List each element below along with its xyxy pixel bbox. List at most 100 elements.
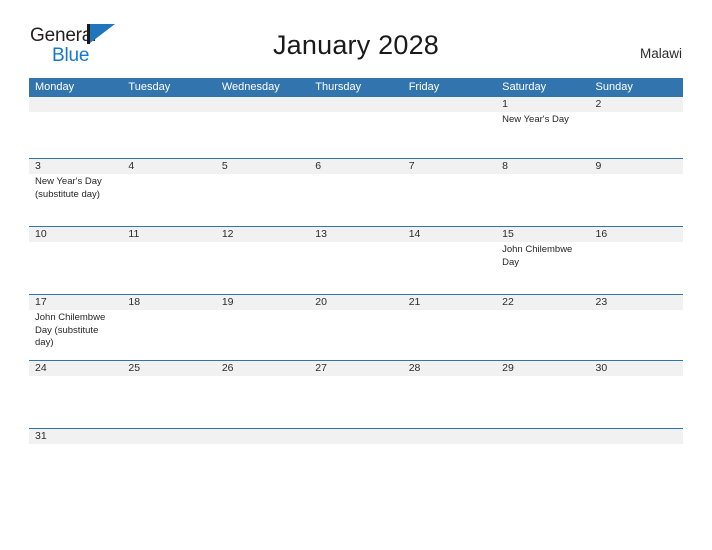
day-event bbox=[309, 376, 402, 428]
day-number[interactable]: 5 bbox=[216, 159, 309, 174]
weekday-header-friday: Friday bbox=[408, 81, 440, 93]
day-number[interactable] bbox=[309, 429, 402, 444]
day-number[interactable]: 29 bbox=[496, 361, 589, 376]
week-number-band: 24 25 26 27 28 29 30 bbox=[29, 361, 683, 376]
day-event: John Chilembwe Day bbox=[502, 244, 573, 268]
day-event: New Year's Day (substitute day) bbox=[35, 176, 102, 200]
weekday-header-tuesday: Tuesday bbox=[128, 81, 171, 93]
day-number[interactable]: 19 bbox=[216, 295, 309, 310]
day-number[interactable]: 14 bbox=[403, 227, 496, 242]
day-event bbox=[403, 242, 496, 294]
day-number[interactable]: 3 bbox=[29, 159, 122, 174]
day-event bbox=[496, 174, 589, 226]
day-event bbox=[309, 310, 402, 360]
calendar-week-row: 3 4 5 6 7 8 9 New Year's Day (substitute… bbox=[29, 158, 683, 226]
day-event bbox=[590, 112, 683, 158]
page-header: General Blue January 2028 Malawi bbox=[0, 0, 712, 70]
week-number-band: 1 2 bbox=[29, 97, 683, 112]
day-number[interactable]: 30 bbox=[590, 361, 683, 376]
day-number[interactable] bbox=[122, 97, 215, 112]
day-number[interactable]: 25 bbox=[122, 361, 215, 376]
day-event bbox=[29, 376, 122, 428]
day-number[interactable]: 18 bbox=[122, 295, 215, 310]
day-number[interactable]: 12 bbox=[216, 227, 309, 242]
day-event bbox=[403, 444, 496, 486]
day-event bbox=[122, 112, 215, 158]
day-event bbox=[496, 376, 589, 428]
day-number[interactable]: 8 bbox=[496, 159, 589, 174]
day-number[interactable] bbox=[590, 429, 683, 444]
day-number[interactable] bbox=[403, 97, 496, 112]
day-event bbox=[216, 444, 309, 486]
week-number-band: 3 4 5 6 7 8 9 bbox=[29, 159, 683, 174]
day-number[interactable]: 20 bbox=[309, 295, 402, 310]
day-event bbox=[216, 112, 309, 158]
week-number-band: 31 bbox=[29, 429, 683, 444]
day-event bbox=[403, 112, 496, 158]
week-number-band: 17 18 19 20 21 22 23 bbox=[29, 295, 683, 310]
day-number[interactable]: 10 bbox=[29, 227, 122, 242]
day-event bbox=[216, 242, 309, 294]
day-number[interactable]: 21 bbox=[403, 295, 496, 310]
day-event bbox=[216, 310, 309, 360]
page-title: January 2028 bbox=[272, 30, 440, 60]
calendar-week-row: 10 11 12 13 14 15 16 John Chilembwe Day bbox=[29, 226, 683, 294]
day-number[interactable] bbox=[216, 429, 309, 444]
day-event bbox=[122, 444, 215, 486]
day-event bbox=[29, 444, 122, 486]
week-event-band: John Chilembwe Day bbox=[29, 242, 683, 294]
weekday-header-row: Monday Tuesday Wednesday Thursday Friday… bbox=[29, 78, 683, 97]
week-number-band: 10 11 12 13 14 15 16 bbox=[29, 227, 683, 242]
day-event bbox=[29, 112, 122, 158]
day-number[interactable]: 24 bbox=[29, 361, 122, 376]
weekday-header-sunday: Sunday bbox=[595, 81, 633, 93]
week-event-band: New Year's Day bbox=[29, 112, 683, 158]
day-number[interactable] bbox=[403, 429, 496, 444]
day-number[interactable]: 16 bbox=[590, 227, 683, 242]
day-number[interactable]: 7 bbox=[403, 159, 496, 174]
day-number[interactable] bbox=[309, 97, 402, 112]
day-number[interactable]: 13 bbox=[309, 227, 402, 242]
day-number[interactable] bbox=[122, 429, 215, 444]
day-event bbox=[496, 310, 589, 360]
day-number[interactable]: 28 bbox=[403, 361, 496, 376]
day-number[interactable]: 17 bbox=[29, 295, 122, 310]
weekday-header-monday: Monday bbox=[35, 81, 75, 93]
day-event bbox=[403, 174, 496, 226]
day-number[interactable] bbox=[29, 97, 122, 112]
calendar-week-row: 17 18 19 20 21 22 23 John Chilembwe Day … bbox=[29, 294, 683, 360]
week-event-band: John Chilembwe Day (substitute day) bbox=[29, 310, 683, 360]
day-number[interactable]: 6 bbox=[309, 159, 402, 174]
weekday-header-wednesday: Wednesday bbox=[221, 81, 280, 93]
calendar-week-row: 31 bbox=[29, 428, 683, 486]
day-number[interactable]: 26 bbox=[216, 361, 309, 376]
day-number[interactable]: 23 bbox=[590, 295, 683, 310]
calendar-grid: Monday Tuesday Wednesday Thursday Friday… bbox=[29, 78, 683, 486]
day-number[interactable]: 2 bbox=[590, 97, 683, 112]
day-number[interactable]: 11 bbox=[122, 227, 215, 242]
day-number[interactable] bbox=[496, 429, 589, 444]
day-number[interactable]: 4 bbox=[122, 159, 215, 174]
week-event-band bbox=[29, 376, 683, 428]
day-event bbox=[590, 376, 683, 428]
day-event bbox=[122, 310, 215, 360]
weekday-header-saturday: Saturday bbox=[502, 81, 547, 93]
day-number[interactable]: 31 bbox=[29, 429, 122, 444]
week-event-band: New Year's Day (substitute day) bbox=[29, 174, 683, 226]
day-event bbox=[122, 174, 215, 226]
country-label: Malawi bbox=[639, 46, 682, 61]
day-event bbox=[122, 242, 215, 294]
day-number[interactable]: 27 bbox=[309, 361, 402, 376]
day-event bbox=[309, 174, 402, 226]
day-event bbox=[216, 376, 309, 428]
day-number[interactable]: 9 bbox=[590, 159, 683, 174]
day-number[interactable]: 1 bbox=[496, 97, 589, 112]
day-number[interactable]: 22 bbox=[496, 295, 589, 310]
day-event bbox=[403, 376, 496, 428]
day-number[interactable] bbox=[216, 97, 309, 112]
day-event bbox=[122, 376, 215, 428]
week-event-band bbox=[29, 444, 683, 486]
day-event bbox=[590, 174, 683, 226]
day-number[interactable]: 15 bbox=[496, 227, 589, 242]
day-event: John Chilembwe Day (substitute day) bbox=[35, 312, 106, 348]
